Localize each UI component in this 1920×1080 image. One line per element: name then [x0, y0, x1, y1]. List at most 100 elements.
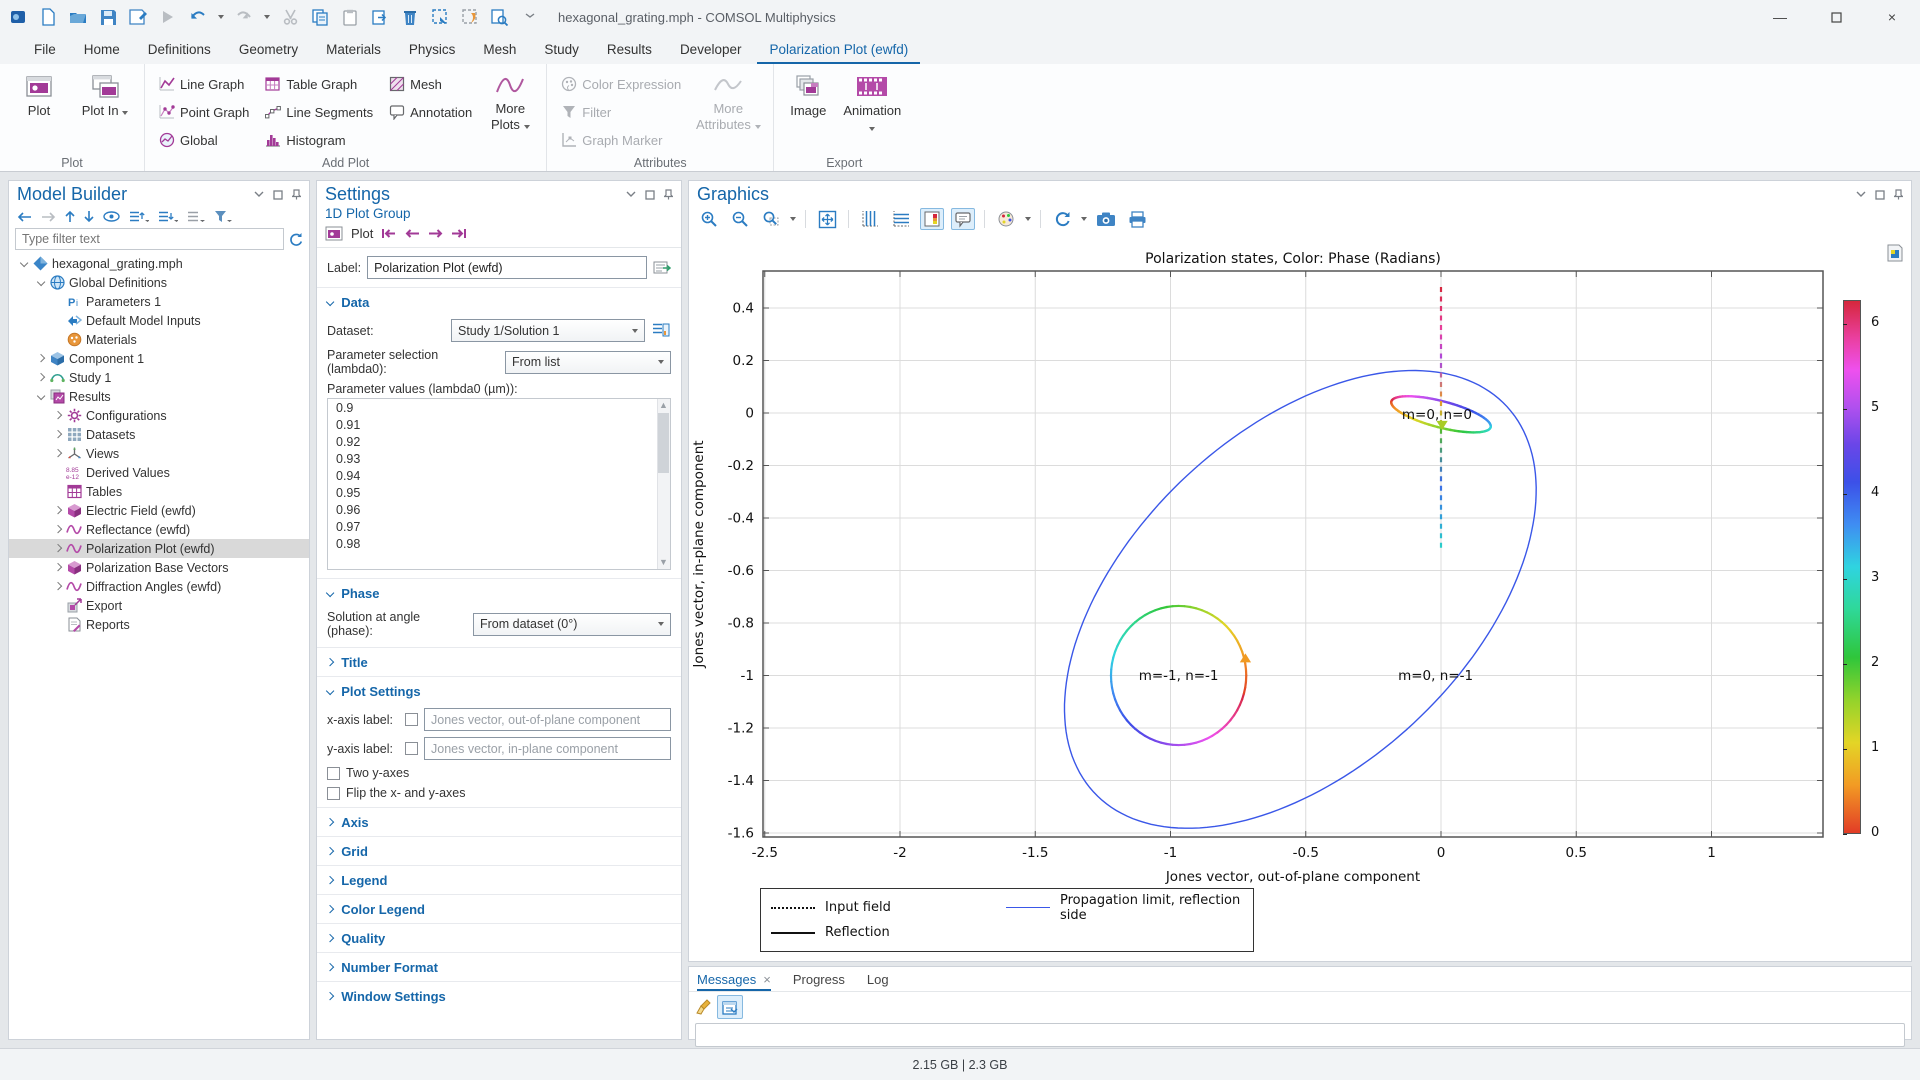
ribbon-tab-geometry[interactable]: Geometry	[227, 37, 310, 64]
redo-caret[interactable]	[264, 15, 270, 19]
tree-item-reflectance-ewfd-[interactable]: Reflectance (ewfd)	[9, 520, 309, 539]
tree-expand-icon[interactable]	[51, 583, 65, 589]
annotation-button[interactable]: Annotation	[385, 100, 476, 124]
y-axis-label-input[interactable]	[424, 737, 671, 760]
x-grid-icon[interactable]	[858, 208, 882, 230]
expand-all-icon[interactable]	[158, 210, 178, 223]
tree-item-datasets[interactable]: Datasets	[9, 425, 309, 444]
tree-item-results[interactable]: Results	[9, 387, 309, 406]
ribbon-tab-results[interactable]: Results	[595, 37, 664, 64]
graphics-context-icon[interactable]	[1885, 243, 1905, 263]
forward-icon[interactable]	[41, 212, 56, 222]
ribbon-tab-file[interactable]: File	[22, 37, 68, 64]
tree-item-views[interactable]: Views	[9, 444, 309, 463]
refresh-filter-icon[interactable]	[288, 232, 303, 247]
find-button[interactable]	[490, 7, 510, 27]
select-region-button[interactable]	[430, 7, 450, 27]
save-button[interactable]	[98, 7, 118, 27]
parameter-value-item[interactable]: 0.92	[328, 433, 670, 450]
ribbon-tab-materials[interactable]: Materials	[314, 37, 393, 64]
tree-item-study-1[interactable]: Study 1	[9, 368, 309, 387]
parameter-value-item[interactable]: 0.98	[328, 535, 670, 552]
section-data[interactable]: Data	[317, 287, 681, 316]
tree-expand-icon[interactable]	[34, 355, 48, 361]
clear-messages-icon[interactable]	[695, 999, 711, 1016]
two-y-axes-checkbox[interactable]	[327, 767, 340, 780]
polarization-plot[interactable]: -2.5-2-1.5-1-0.500.510.40.20-0.2-0.4-0.6…	[689, 181, 1913, 961]
section-grid[interactable]: Grid	[317, 836, 681, 865]
more-plots-button[interactable]: More Plots	[484, 70, 536, 153]
tree-expand-icon[interactable]	[51, 526, 65, 532]
undo-caret[interactable]	[218, 15, 224, 19]
line-graph-button[interactable]: Line Graph	[155, 72, 253, 96]
parameter-value-item[interactable]: 0.96	[328, 501, 670, 518]
dataset-select[interactable]: Study 1/Solution 1	[451, 319, 645, 342]
section-plot-settings[interactable]: Plot Settings	[317, 676, 681, 705]
parameter-value-item[interactable]: 0.94	[328, 467, 670, 484]
snapshot-icon[interactable]	[1094, 208, 1118, 230]
messages-tab-messages[interactable]: Messages×	[697, 972, 771, 991]
section-number-format[interactable]: Number Format	[317, 952, 681, 981]
mesh-button[interactable]: Mesh	[385, 72, 476, 96]
section-window-settings[interactable]: Window Settings	[317, 981, 681, 1010]
zoom-extents-icon[interactable]	[815, 208, 839, 230]
tree-filter-input[interactable]	[15, 228, 284, 250]
collapse-panel-icon[interactable]	[254, 191, 264, 198]
copy-messages-icon[interactable]	[717, 995, 743, 1019]
plot-in-button[interactable]: Plot In	[76, 70, 134, 153]
listbox-scrollbar[interactable]: ▲ ▼	[657, 399, 670, 569]
scroll-up-icon[interactable]: ▲	[659, 401, 668, 410]
ribbon-tab-physics[interactable]: Physics	[397, 37, 468, 64]
parameter-value-item[interactable]: 0.93	[328, 450, 670, 467]
animation-button[interactable]: Animation	[840, 70, 904, 153]
tree-expand-icon[interactable]	[34, 279, 48, 285]
tree-item-hexagonal-grating-mph[interactable]: hexagonal_grating.mph	[9, 254, 309, 273]
tree-item-diffraction-angles-ewfd-[interactable]: Diffraction Angles (ewfd)	[9, 577, 309, 596]
ribbon-tab-developer[interactable]: Developer	[668, 37, 754, 64]
move-up-icon[interactable]	[65, 210, 75, 223]
tree-item-derived-values[interactable]: 8.85e-12Derived Values	[9, 463, 309, 482]
collapse-panel-icon[interactable]	[626, 191, 636, 198]
image-button[interactable]: Image	[784, 70, 832, 153]
tree-item-parameters-1[interactable]: PiParameters 1	[9, 292, 309, 311]
messages-tab-progress[interactable]: Progress	[793, 972, 845, 991]
messages-output-field[interactable]	[695, 1023, 1905, 1047]
histogram-button[interactable]: Histogram	[261, 128, 377, 152]
filter-tree-icon[interactable]	[214, 210, 232, 223]
new-file-button[interactable]	[38, 7, 58, 27]
maximize-button[interactable]	[1808, 0, 1864, 34]
minimize-button[interactable]: —	[1752, 0, 1808, 34]
flip-axes-checkbox[interactable]	[327, 787, 340, 800]
scroll-down-icon[interactable]: ▼	[659, 558, 668, 567]
section-quality[interactable]: Quality	[317, 923, 681, 952]
parameter-selection-select[interactable]: From list	[505, 351, 671, 374]
refresh-options-caret[interactable]	[1081, 217, 1087, 221]
delete-button[interactable]	[400, 7, 420, 27]
tree-item-export[interactable]: Export	[9, 596, 309, 615]
collapse-ribbon-icon[interactable]	[520, 7, 540, 27]
color-legend-toggle-icon[interactable]	[920, 208, 944, 230]
plot-button[interactable]: Plot	[10, 70, 68, 153]
parameter-value-item[interactable]: 0.97	[328, 518, 670, 535]
pin-panel-icon[interactable]	[292, 189, 301, 200]
zoom-out-icon[interactable]	[728, 208, 752, 230]
x-axis-label-input[interactable]	[424, 708, 671, 731]
color-palette-icon[interactable]	[994, 208, 1018, 230]
move-down-icon[interactable]	[84, 210, 94, 223]
y-grid-icon[interactable]	[889, 208, 913, 230]
tree-expand-icon[interactable]	[51, 412, 65, 418]
plot-previous-icon[interactable]	[405, 228, 420, 239]
y-axis-label-checkbox[interactable]	[405, 742, 418, 755]
tree-expand-icon[interactable]	[51, 431, 65, 437]
parameter-value-item[interactable]: 0.95	[328, 484, 670, 501]
messages-tab-log[interactable]: Log	[867, 972, 889, 991]
open-button[interactable]	[68, 7, 88, 27]
section-color-legend[interactable]: Color Legend	[317, 894, 681, 923]
tree-item-materials[interactable]: Materials	[9, 330, 309, 349]
close-tab-icon[interactable]: ×	[763, 972, 771, 987]
float-panel-icon[interactable]	[645, 190, 655, 200]
float-panel-icon[interactable]	[1875, 190, 1885, 200]
undo-button[interactable]	[188, 7, 208, 27]
float-panel-icon[interactable]	[273, 190, 283, 200]
tree-item-polarization-base-vectors[interactable]: Polarization Base Vectors	[9, 558, 309, 577]
